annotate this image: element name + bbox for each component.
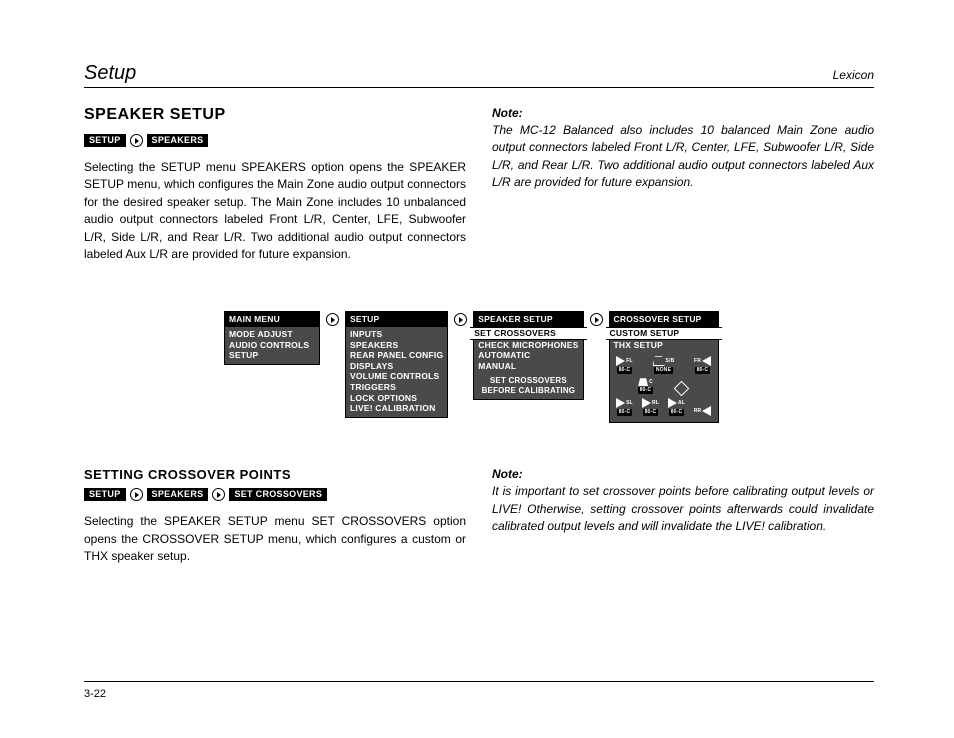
menu-speaker-setup: SPEAKER SETUP SET CROSSOVERS CHECK MICRO…: [473, 311, 583, 400]
note-heading: Note:: [492, 467, 874, 481]
arrow-right-icon: [212, 488, 225, 501]
crumb-speakers: SPEAKERS: [147, 488, 209, 501]
menu-item: INPUTS: [350, 329, 443, 340]
menu-item: LOCK OPTIONS: [350, 393, 443, 404]
menu-item: LIVE! CALIBRATION: [350, 403, 443, 414]
lfe-icon: [674, 381, 690, 397]
crumb-set-crossovers: SET CROSSOVERS: [229, 488, 327, 501]
arrow-right-icon: [326, 313, 339, 326]
menu-hint-line: BEFORE CALIBRATING: [478, 386, 578, 396]
menu-item: REAR PANEL CONFIG: [350, 350, 443, 361]
menu-item: TRIGGERS: [350, 382, 443, 393]
speaker-cell-rr: RR: [692, 406, 714, 416]
page-number: 3-22: [84, 688, 106, 700]
menu-hint-line: SET CROSSOVERS: [478, 376, 578, 386]
speaker-cell-rl: RL 80-C: [640, 398, 662, 416]
menu-item: MODE ADJUST: [229, 329, 315, 340]
header-brand: Lexicon: [833, 68, 874, 82]
menu-navigation-diagram: MAIN MENU MODE ADJUST AUDIO CONTROLS SET…: [224, 311, 874, 423]
menu-main: MAIN MENU MODE ADJUST AUDIO CONTROLS SET…: [224, 311, 320, 365]
menu-item: DISPLAYS: [350, 361, 443, 372]
menu-speaker-setup-title: SPEAKER SETUP: [474, 312, 582, 327]
speaker-icon: [616, 398, 625, 408]
crossover-note: It is important to set crossover points …: [492, 483, 874, 535]
menu-crossover-setup: CROSSOVER SETUP CUSTOM SETUP THX SETUP F…: [609, 311, 719, 423]
page-footer: 3-22: [84, 681, 874, 700]
speaker-cell-lfe: [671, 383, 693, 394]
arrow-right-icon: [590, 313, 603, 326]
speaker-icon: [702, 356, 711, 366]
menu-setup-title: SETUP: [346, 312, 447, 327]
menu-item: SPEAKERS: [350, 340, 443, 351]
subwoofer-icon: [653, 356, 665, 366]
breadcrumb-speaker-setup: SETUP SPEAKERS: [84, 134, 466, 147]
breadcrumb-crossover: SETUP SPEAKERS SET CROSSOVERS: [84, 488, 466, 501]
menu-item: CHECK MICROPHONES: [474, 340, 582, 351]
speaker-cell-fr: FR 80-C: [692, 356, 714, 374]
speaker-icon: [668, 398, 677, 408]
menu-item-highlight: SET CROSSOVERS: [470, 327, 586, 340]
menu-crossover-title: CROSSOVER SETUP: [610, 312, 718, 327]
section-title-speaker-setup: SPEAKER SETUP: [84, 106, 466, 124]
crossover-body: Selecting the SPEAKER SETUP menu SET CRO…: [84, 513, 466, 565]
speaker-setup-note: The MC-12 Balanced also includes 10 bala…: [492, 122, 874, 192]
menu-item: VOLUME CONTROLS: [350, 371, 443, 382]
speaker-cell-al: AL 80-C: [666, 398, 688, 416]
speaker-cell-fl: FL 80-C: [614, 356, 636, 374]
speaker-icon: [642, 398, 651, 408]
arrow-right-icon: [454, 313, 467, 326]
arrow-right-icon: [130, 134, 143, 147]
crumb-speakers: SPEAKERS: [147, 134, 209, 147]
arrow-right-icon: [130, 488, 143, 501]
menu-item: AUTOMATIC: [474, 350, 582, 361]
menu-setup: SETUP INPUTS SPEAKERS REAR PANEL CONFIG …: [345, 311, 448, 418]
center-speaker-icon: [638, 378, 648, 386]
menu-item: SETUP: [229, 350, 315, 361]
crumb-setup: SETUP: [84, 488, 126, 501]
speaker-layout-icon: FL 80-C S/B NONE FR 80-C C 80-C: [610, 352, 718, 422]
menu-item-highlight: CUSTOM SETUP: [606, 327, 722, 340]
speaker-cell-sub: S/B NONE: [653, 356, 675, 374]
speaker-setup-body: Selecting the SETUP menu SPEAKERS option…: [84, 159, 466, 263]
section-title-crossover: SETTING CROSSOVER POINTS: [84, 467, 466, 482]
page-header: Setup Lexicon: [84, 62, 874, 88]
speaker-icon: [616, 356, 625, 366]
menu-main-title: MAIN MENU: [225, 312, 319, 327]
speaker-cell-c: C 80-C: [635, 378, 657, 394]
menu-item: THX SETUP: [610, 340, 718, 353]
speaker-icon: [702, 406, 711, 416]
menu-item: MANUAL: [474, 361, 582, 372]
header-section: Setup: [84, 62, 136, 85]
speaker-cell-sl: SL 80-C: [614, 398, 636, 416]
menu-item: AUDIO CONTROLS: [229, 340, 315, 351]
crumb-setup: SETUP: [84, 134, 126, 147]
note-heading: Note:: [492, 106, 874, 120]
